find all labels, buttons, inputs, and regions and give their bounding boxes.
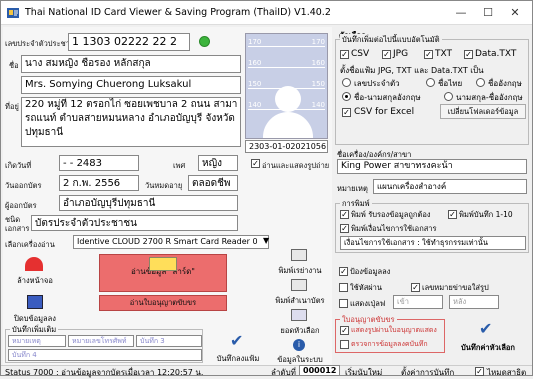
printer-icon [291,279,307,291]
status-text: Status 7000 : อ่านข้อมูลจากบัตรเมื่อเวลา… [5,368,204,377]
print-id-button[interactable]: พิมพ์สำเนาบัตร [271,279,329,307]
reader-select[interactable]: Identive CLOUD 2700 R Smart Card Reader … [73,235,269,249]
show-all-checkbox[interactable] [339,299,348,308]
hide-checkbox[interactable]: ✓ [475,367,484,376]
document-icon [291,309,307,321]
note3-field[interactable]: บันทึก 3 [136,335,202,347]
sex-label: เพศ [173,161,186,170]
address-label: ที่อยู่ [5,102,19,111]
filename-label: ตั้งชื่อแฟ้ม JPG, TXT และ Data.TXT เป็น [340,66,484,75]
id-field: 1 1303 02222 22 2 [68,33,190,51]
crop-checkbox[interactable]: ✓ [411,283,420,292]
printer-icon [291,249,307,261]
radio-en[interactable] [476,78,485,87]
license-save-checkbox[interactable] [340,340,349,349]
address-field: 220 หมู่ที่ 12 ตรอกไก่ ซอยเพชบาล 2 ถนน ส… [21,97,241,147]
floppy-icon [27,295,43,309]
radio-fullname-en[interactable] [342,92,351,101]
save-set-button[interactable]: ✔ บันทึกลงแฟ้ม [208,329,268,363]
card-panel: เลขประจำตัวประชาชน 1 1303 02222 22 2 ชื่… [3,27,332,365]
license-group: ใบอนุญาตขับขร ✓ แสดงรูปผ่านใบอนุญาตแสดง … [335,314,445,353]
datatxt-checkbox[interactable]: ✓ [464,50,473,59]
seq-value: 000012 [299,365,341,376]
card-icon [149,257,177,271]
sex-field: หญิง [198,155,238,171]
name-th-field: นาง สมหญิง ชือรอง หลักสกุล [21,55,241,73]
print-notes-checkbox[interactable]: ✓ [448,210,457,219]
password-checkbox[interactable] [339,283,348,292]
dob-field: - - 2483 [59,155,139,171]
change-folder-button[interactable]: เปลี่ยนโฟลเดอร์ข้อมูล [440,104,526,119]
title-bar: Thai National ID Card Viewer & Saving Pr… [1,1,532,25]
save-group-label: บันทึกเพิ่มต่อไปนี้แบบอัตโนมัติ [340,34,442,46]
note1-field[interactable]: หมายเหตุ [8,335,66,347]
status-bar: Status 7000 : อ่านข้อมูลจากบัตรเมื่อเวลา… [1,365,532,379]
remark-label: หมายเหตุ [337,184,368,193]
read-passport-button[interactable]: อ่านใบอนุญาตขับขร [99,295,227,311]
remark-field[interactable]: แผนกเครื่องสำอางค์ [373,179,527,194]
options-panel: ตัวเลือก บันทึกเพิ่มต่อไปนี้แบบอัตโนมัติ… [335,27,530,365]
photo-code: 2303-01-02021056 [245,140,328,153]
notes-group: บันทึกเพิ่มเติม หมายเหตุ หมายเลขโทรศัพท์… [5,324,203,363]
expire-field: ตลอดชีพ [188,175,238,191]
issuer-label: ผู้ออกบัตร [5,201,37,210]
folder-button[interactable]: i ข้อมูลในระบบ [271,339,329,365]
chevron-down-icon[interactable]: ▼ [263,236,269,245]
expire-label: วันหมดอายุ [145,181,183,190]
show-image-checkbox[interactable]: ✓ [251,159,260,168]
radio-th[interactable] [426,78,435,87]
radio-id[interactable] [342,78,351,87]
name-th-label: ชื่อ [9,61,19,70]
print-sheet-button[interactable]: พิมพ์เรย่างาน [271,249,329,277]
maximize-icon[interactable]: ☐ [475,5,501,21]
issue-field: 2 ก.พ. 2556 [59,175,139,191]
name-en-field: Mrs. Somying Chuerong Luksakul [21,76,241,94]
from-field[interactable]: เข้า [393,295,443,309]
clear-button[interactable]: ล้างหน้าจอ [5,253,65,289]
photo-box: 170 170 160 160 150 150 140 140 [245,33,328,139]
save-group: บันทึกเพิ่มต่อไปนี้แบบอัตโนมัติ ✓ CSV ✓ … [335,34,529,145]
note4-field[interactable]: บันทึก 4 [8,349,202,361]
issue-label: วันออกบัตร [5,181,42,190]
app-window: Thai National ID Card Viewer & Saving Pr… [0,0,533,379]
jpg-checkbox[interactable]: ✓ [382,50,391,59]
save-data-button[interactable]: ปิดบข้อมูลลง [5,293,65,325]
status-light-icon [199,36,210,47]
license-photo-checkbox[interactable]: ✓ [340,326,349,335]
issuer-field: อำเภอบัญบุรีปทุมธานี [59,195,238,211]
window-title: Thai National ID Card Viewer & Saving Pr… [25,7,331,18]
dob-label: เกิดวันที่ [5,161,32,170]
minimize-icon[interactable]: — [448,5,474,21]
ok-button[interactable]: ยอดหัวเลือก [271,309,329,337]
conditions-checkbox[interactable]: ✓ [340,224,349,233]
app-icon [7,8,19,18]
save-settings-link[interactable]: ตั้งค่าการบันทึก [401,366,454,379]
to-field[interactable]: หลัง [449,295,499,309]
type-label: ชนิดเอกสาร [5,215,30,233]
branch-field[interactable]: King Power สาขาทรงคะน้า [337,159,527,174]
print-group: การพิมพ์ ✓ พิมพ์ รับรองข้อมูลถูกต้อง ✓ พ… [335,198,529,253]
eraser-icon [25,257,43,271]
txt-checkbox[interactable]: ✓ [424,50,433,59]
show-image-label: อ่านและแสดงรูปถ่าย [262,161,330,170]
seq-label: ลำดับที่ [271,368,296,377]
radio-surname-en[interactable] [444,92,453,101]
conditions-field[interactable]: เงื่อนไขการใช้เอกสาร : ใช้ทำธุรกรรมเท่าน… [340,236,526,250]
type-field: บัตรประจำตัวประชาชน [31,215,238,231]
photo-option-checkbox[interactable]: ✓ [339,267,348,276]
csv-excel-checkbox[interactable]: ✓ [342,108,351,117]
csv-checkbox[interactable]: ✓ [340,50,349,59]
hide-label: ไหมดสาธิต [487,368,527,377]
reset-count-button[interactable]: เริ่มนับใหม่ [345,366,382,379]
person-silhouette-icon [275,86,301,112]
checkmark-icon: ✔ [230,331,244,350]
certify-checkbox[interactable]: ✓ [340,210,349,219]
note2-field[interactable]: หมายเลขโทรศัพท์ [68,335,134,347]
close-icon[interactable]: ✕ [502,5,528,21]
checkmark-icon: ✔ [479,319,493,338]
info-icon: i [293,339,305,351]
save-settings-button[interactable]: ✔ บันทึกค่าหัวเลือก [451,319,525,353]
reader-label: เลือกเครื่องอ่าน [5,240,55,249]
